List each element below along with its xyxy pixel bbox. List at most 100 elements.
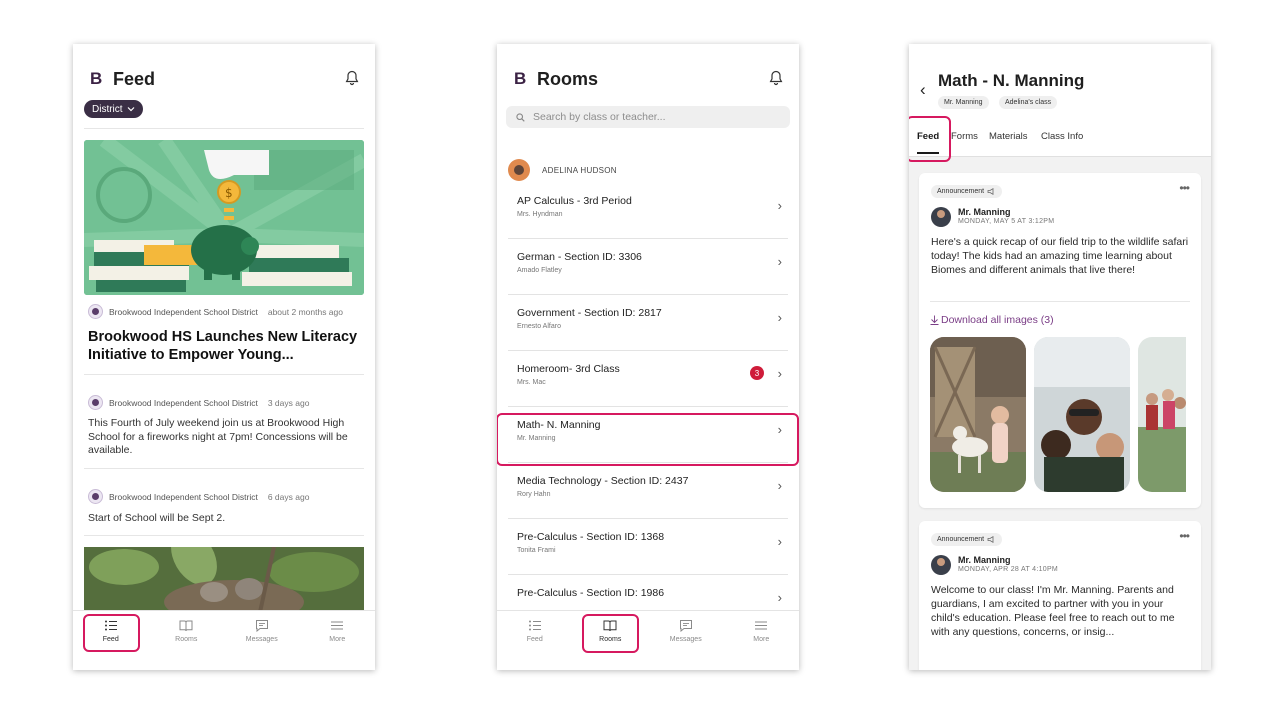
room-title: Government - Section ID: 2817 — [517, 307, 662, 319]
room-teacher: Tonita Frami — [517, 547, 556, 554]
post-photo[interactable] — [84, 547, 364, 617]
app-logo: B — [514, 69, 527, 88]
message-icon — [255, 620, 268, 632]
post-image[interactable] — [930, 337, 1026, 492]
goat-photo — [930, 337, 1026, 492]
search-placeholder: Search by class or teacher... — [533, 111, 666, 123]
tab-label: More — [329, 636, 346, 643]
room-title: Media Technology - Section ID: 2437 — [517, 475, 689, 487]
tab-rooms[interactable]: Rooms — [149, 611, 225, 670]
page-title: Math - N. Manning — [938, 71, 1085, 90]
page-title: Feed — [113, 68, 156, 89]
tab-messages[interactable]: Messages — [224, 611, 300, 670]
post-time: 3 days ago — [267, 397, 310, 408]
author-name: Mr. Manning — [958, 555, 1011, 565]
piggy-bank-illustration: $ — [84, 140, 364, 295]
post-date: MONDAY, MAY 5 AT 3:12PM — [958, 218, 1055, 225]
more-options-icon[interactable]: ••• — [1179, 181, 1190, 195]
app-logo: B — [90, 69, 103, 88]
svg-text:$: $ — [225, 186, 233, 200]
download-images-link[interactable]: Download all images (3) — [930, 314, 1054, 326]
district-filter-label: District — [92, 103, 123, 115]
room-item[interactable]: German - Section ID: 3306 Amado Flatley … — [508, 239, 788, 295]
post-body[interactable]: Start of School will be Sept 2. — [88, 512, 364, 526]
post-body[interactable]: This Fourth of July weekend join us at B… — [88, 417, 364, 458]
room-teacher: Rory Hahn — [517, 491, 551, 498]
feed-list-icon — [528, 620, 541, 631]
class-chip[interactable]: Adelina's class — [999, 96, 1058, 109]
student-name: ADELINA HUDSON — [542, 165, 617, 175]
post-image[interactable] — [1034, 337, 1130, 492]
highlight-box-rooms-tab — [582, 614, 639, 653]
room-item[interactable]: Government - Section ID: 2817 Ernesto Al… — [508, 295, 788, 351]
highlight-box-math-room — [497, 413, 799, 466]
more-options-icon[interactable]: ••• — [1179, 529, 1190, 543]
room-title: Pre-Calculus - Section ID: 1368 — [517, 531, 665, 543]
student-avatar — [508, 159, 530, 181]
unread-badge: 3 — [750, 366, 764, 380]
student-header: ADELINA HUDSON — [508, 159, 617, 181]
rooms-screen: B Rooms Search by class or teacher... AD… — [497, 44, 799, 670]
teacher-chip[interactable]: Mr. Manning — [938, 96, 989, 109]
chevron-right-icon: › — [777, 366, 782, 381]
tab-class-info[interactable]: Class Info — [1041, 131, 1083, 142]
divider — [930, 301, 1190, 302]
search-input[interactable]: Search by class or teacher... — [506, 106, 790, 128]
megaphone-icon — [987, 536, 994, 543]
divider — [84, 374, 364, 375]
post-time: 6 days ago — [267, 491, 310, 502]
post-author: Mr. Manning MONDAY, APR 28 AT 4:10PM — [931, 555, 1058, 575]
announcement-card[interactable]: Announcement ••• Mr. Manning MONDAY, MAY… — [919, 173, 1201, 508]
tab-more[interactable]: More — [724, 611, 800, 670]
tab-more[interactable]: More — [300, 611, 376, 670]
post-source: Brookwood Independent School District — [109, 306, 258, 317]
post-source-row: Brookwood Independent School District ab… — [88, 304, 343, 319]
room-teacher: Amado Flatley — [517, 267, 562, 274]
chevron-right-icon: › — [777, 310, 782, 325]
post-date: MONDAY, APR 28 AT 4:10PM — [958, 566, 1059, 573]
chevron-down-icon — [127, 107, 134, 112]
bell-icon[interactable] — [345, 70, 359, 86]
announcement-card[interactable]: Announcement ••• Mr. Manning MONDAY, APR… — [919, 521, 1201, 670]
download-icon — [930, 315, 939, 325]
message-icon — [679, 620, 692, 632]
post-time: about 2 months ago — [267, 306, 343, 317]
tab-label: Feed — [526, 636, 543, 643]
back-arrow-icon[interactable]: ‹ — [920, 80, 926, 100]
post-author: Mr. Manning MONDAY, MAY 5 AT 3:12PM — [931, 207, 1054, 227]
district-avatar — [88, 395, 103, 410]
district-filter-button[interactable]: District — [84, 100, 143, 118]
room-item[interactable]: Media Technology - Section ID: 2437 Rory… — [508, 463, 788, 519]
search-icon — [516, 112, 525, 122]
post-hero-image[interactable]: $ — [84, 140, 364, 295]
room-title: German - Section ID: 3306 — [517, 251, 642, 263]
tab-label: More — [753, 636, 770, 643]
tab-feed[interactable]: Feed — [497, 611, 573, 670]
tab-label: Messages — [245, 636, 278, 643]
room-teacher: Ernesto Alfaro — [517, 323, 561, 330]
room-item[interactable]: Homeroom- 3rd Class Mrs. Mac 3 › — [508, 351, 788, 407]
room-title: Pre-Calculus - Section ID: 1986 — [517, 587, 665, 599]
room-item[interactable]: AP Calculus - 3rd Period Mrs. Hyndman › — [508, 183, 788, 239]
feed-screen: B Feed District $ Brookwood Independent … — [73, 44, 375, 670]
district-avatar — [88, 489, 103, 504]
book-icon — [179, 620, 193, 632]
highlight-box-feed-tab — [909, 116, 951, 162]
class-feed: Announcement ••• Mr. Manning MONDAY, MAY… — [909, 156, 1211, 670]
post-image[interactable] — [1138, 337, 1186, 492]
room-item[interactable]: Pre-Calculus - Section ID: 1368 Tonita F… — [508, 519, 788, 575]
bell-icon[interactable] — [769, 70, 783, 86]
post-source: Brookwood Independent School District — [109, 397, 258, 408]
highlight-box-feed-tab — [83, 614, 140, 652]
tab-messages[interactable]: Messages — [648, 611, 724, 670]
post-text: Here's a quick recap of our field trip t… — [931, 236, 1189, 276]
tab-label: Messages — [669, 636, 702, 643]
announcement-label: Announcement — [937, 536, 985, 543]
author-name: Mr. Manning — [958, 207, 1011, 217]
tab-forms[interactable]: Forms — [951, 131, 978, 142]
post-headline[interactable]: Brookwood HS Launches New Literacy Initi… — [88, 328, 366, 364]
page-title: Rooms — [537, 68, 599, 89]
divider — [84, 535, 364, 536]
divider — [84, 128, 364, 129]
tab-materials[interactable]: Materials — [989, 131, 1028, 142]
